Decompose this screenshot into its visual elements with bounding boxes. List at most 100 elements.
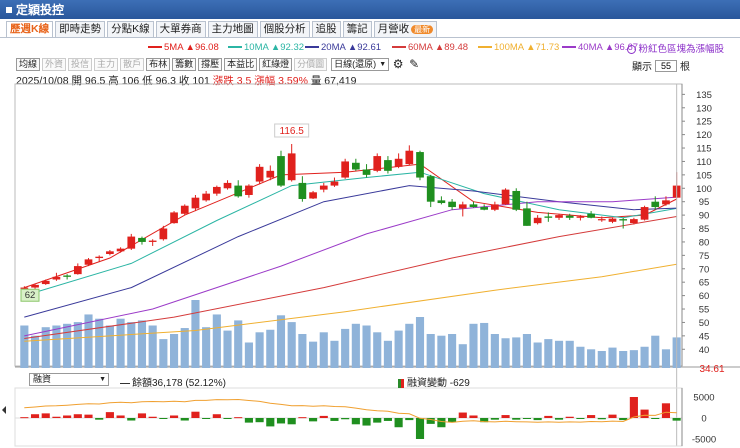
- candle-body: [298, 182, 307, 200]
- margin-change-bar: [20, 417, 29, 419]
- volume-bar: [608, 347, 617, 368]
- volume-bar: [394, 330, 403, 368]
- volume-bar: [469, 323, 478, 368]
- margin-change-bar: [608, 414, 617, 418]
- volume-bar: [405, 323, 414, 368]
- candle-body: [394, 158, 403, 167]
- candle-body: [651, 201, 660, 208]
- margin-balance-legend: 餘額36,178 (52.12%): [120, 374, 226, 389]
- volume-bar: [202, 327, 211, 368]
- volume-bar: [512, 337, 521, 368]
- y-tick-label: 95: [699, 197, 710, 208]
- margin-change-bar: [41, 413, 50, 418]
- candle-body: [662, 200, 670, 205]
- margin-change-bar: [287, 418, 296, 425]
- candle-body: [512, 190, 521, 210]
- low-marker-label: 62: [25, 290, 36, 301]
- margin-change-bar: [63, 415, 72, 418]
- volume-bar: [533, 342, 542, 368]
- candle-body: [426, 176, 435, 202]
- margin-change-bar: [73, 414, 82, 418]
- margin-change-bar: [554, 418, 564, 420]
- candle-body: [234, 185, 243, 197]
- volume-bar: [480, 322, 489, 368]
- margin-change-bar: [234, 417, 243, 419]
- candle-body: [266, 170, 275, 178]
- margin-change-bar: [169, 415, 179, 418]
- margin-change-bar: [351, 418, 360, 425]
- volume-bar: [373, 332, 382, 368]
- candle-body: [405, 150, 414, 165]
- candle-body: [319, 185, 328, 190]
- margin-change-bar: [127, 418, 136, 421]
- margin-change-bar: [640, 409, 649, 418]
- candle-body: [437, 200, 446, 204]
- scroll-left-icon[interactable]: [2, 406, 6, 414]
- margin-change-bar: [266, 418, 275, 427]
- margin-change-bar: [437, 418, 446, 428]
- volume-bar: [266, 329, 275, 368]
- volume-bar: [287, 322, 296, 368]
- candle-body: [116, 248, 125, 252]
- price-chart[interactable]: 135 130 125 120 115 110 105 100 95 90 85 80 75 70 65 60…: [0, 0, 740, 448]
- y-tick-label: 105: [696, 170, 712, 181]
- candle-body: [491, 204, 499, 210]
- margin-change-bar: [137, 413, 147, 418]
- volume-bar: [522, 334, 532, 368]
- volume-bar: [191, 300, 200, 368]
- sub-indicator-select[interactable]: 融資 ▼: [29, 373, 109, 386]
- chevron-down-icon: ▼: [99, 376, 106, 383]
- margin-change-bar: [512, 418, 521, 420]
- candle-body: [480, 207, 489, 210]
- y-tick-label: 115: [696, 144, 711, 155]
- margin-change-bar: [116, 415, 125, 418]
- margin-change-bar: [30, 414, 40, 418]
- margin-change-bar: [276, 418, 286, 424]
- volume-bar: [341, 328, 350, 368]
- margin-change-bar: [319, 415, 328, 418]
- volume-bar: [20, 325, 29, 368]
- volume-bar: [597, 351, 606, 368]
- candle-body: [597, 219, 606, 221]
- volume-bar: [234, 320, 243, 368]
- volume-bar: [619, 351, 628, 368]
- margin-change-bar: [576, 418, 585, 419]
- volume-bar: [501, 338, 510, 368]
- y-tick-label: 90: [699, 211, 710, 222]
- candle-body: [351, 162, 360, 170]
- volume-bar: [244, 342, 253, 368]
- margin-change-bar: [52, 416, 61, 418]
- volume-bar: [587, 349, 596, 368]
- volume-bar: [52, 325, 61, 368]
- volume-bar: [544, 339, 553, 368]
- candle-body: [212, 186, 221, 194]
- candle-body: [95, 256, 104, 259]
- y-tick-label: 50: [699, 318, 710, 329]
- margin-change-bar: [672, 418, 681, 421]
- candle-body: [469, 204, 478, 208]
- volume-bar: [95, 318, 104, 368]
- volume-bar: [415, 317, 425, 368]
- margin-change-bar: [373, 418, 382, 423]
- volume-bar: [629, 350, 638, 368]
- candle-body: [255, 166, 264, 182]
- candle-body: [138, 237, 146, 242]
- candle-body: [533, 217, 542, 224]
- y-tick-label: 135: [696, 90, 712, 101]
- y-tick-label: 100: [696, 184, 712, 195]
- volume-bar: [255, 332, 264, 368]
- candle-body: [20, 287, 29, 289]
- candle-body: [608, 218, 617, 222]
- candle-body: [148, 240, 157, 242]
- candle-body: [41, 280, 50, 285]
- volume-bar: [319, 332, 328, 368]
- y-tick-label: 55: [699, 305, 710, 316]
- candle-body: [287, 153, 296, 181]
- margin-change-bar: [223, 418, 232, 419]
- candle-body: [159, 228, 168, 240]
- margin-change-bar: [95, 418, 104, 420]
- y-tick-label: 60: [699, 291, 710, 302]
- ma-line-5ma: [24, 163, 677, 289]
- candle-body: [202, 193, 210, 201]
- volume-bar: [490, 334, 499, 368]
